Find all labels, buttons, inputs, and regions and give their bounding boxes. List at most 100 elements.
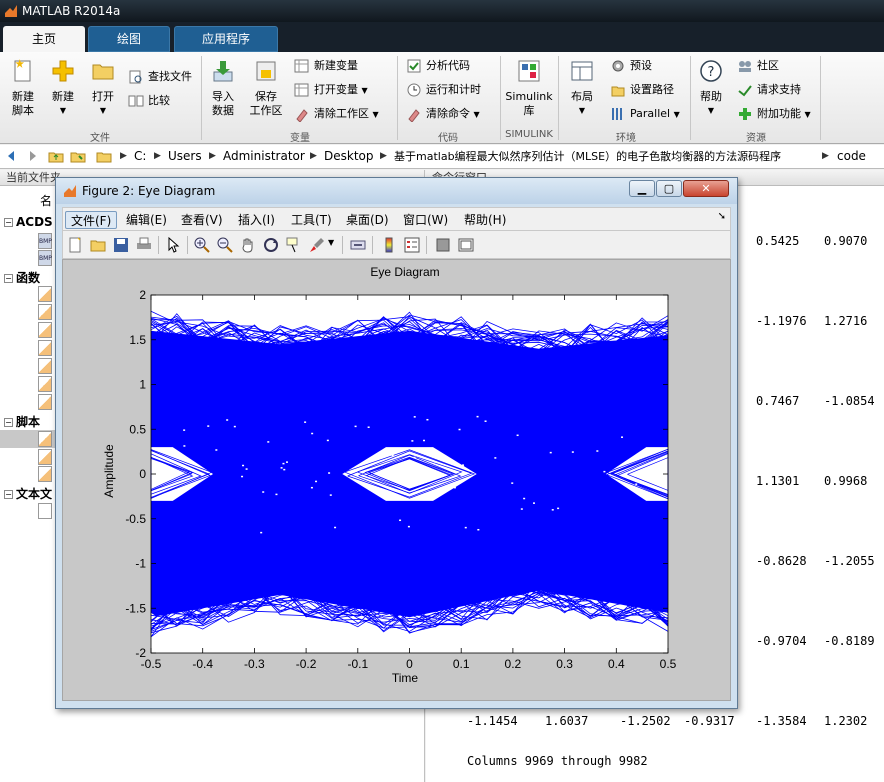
import-icon [213,61,233,82]
set-path-button[interactable]: 设置路径 [610,81,674,99]
add-ons-button[interactable]: 附加功能 ▼ [737,105,811,123]
breadcrumb-project-folder[interactable]: 基于matlab编程最大似然序列估计（MLSE）的电子色散均衡器的方法源码程序 [394,145,781,168]
compare-button[interactable]: 比较 [128,92,170,110]
browse-folder-icon[interactable] [70,148,86,164]
tab-plots[interactable]: 绘图 [88,26,170,52]
colorbar-icon[interactable] [381,237,397,253]
breadcrumb-users[interactable]: Users [168,145,202,168]
chevron-down-icon[interactable]: ▼ [328,238,334,247]
m-file-icon[interactable] [38,358,52,374]
request-support-button[interactable]: 请求支持 [737,81,801,99]
legend-icon[interactable] [404,237,420,253]
preferences-button[interactable]: 预设 [610,57,652,75]
text-file-icon[interactable] [38,503,52,519]
collapse-icon[interactable]: − [4,490,13,499]
bmp-file-icon[interactable]: BMP [38,250,52,266]
tab-apps[interactable]: 应用程序 [174,26,278,52]
parallel-button[interactable]: Parallel ▼ [610,105,680,123]
m-file-icon[interactable] [38,304,52,320]
menu-tools[interactable]: 工具(T) [286,211,337,229]
new-figure-icon[interactable] [67,237,83,253]
tree-section-text-files[interactable]: − 文本文 [4,485,52,502]
link-icon[interactable] [350,237,366,253]
back-arrow-icon[interactable] [4,148,20,164]
layout-button[interactable]: 布局 ▼ [565,58,599,118]
trace-gap [183,429,186,431]
m-file-icon[interactable] [38,449,52,465]
open-button[interactable]: 打开 ▼ [86,58,120,118]
menu-help[interactable]: 帮助(H) [459,211,511,229]
tab-home[interactable]: 主页 [3,26,85,52]
trace-gap [215,449,218,451]
bmp-file-icon[interactable]: BMP [38,233,52,249]
data-cursor-icon[interactable] [286,237,302,253]
menu-window[interactable]: 窗口(W) [398,211,453,229]
figure-window[interactable]: Figure 2: Eye Diagram ▁ ▢ ✕ 文件(F) 编辑(E) … [55,177,738,709]
toolbar-dock-icon[interactable]: ➘ [718,211,726,222]
new-variable-label: 新建变量 [314,59,358,72]
show-tools-icon[interactable] [458,237,474,253]
ribbon-separator [558,56,559,140]
save-workspace-button[interactable]: 保存 工作区 [246,58,286,118]
breadcrumb-desktop[interactable]: Desktop [324,145,374,168]
m-file-icon[interactable] [38,340,52,356]
collapse-icon[interactable]: − [4,218,13,227]
hide-tools-icon[interactable] [435,237,451,253]
zoom-out-icon[interactable] [217,237,233,253]
open-variable-button[interactable]: 打开变量 ▼ [294,81,368,99]
menu-view[interactable]: 查看(V) [176,211,228,229]
new-script-button[interactable]: 新建 脚本 [6,58,40,118]
eye-diagram-chart[interactable]: Eye Diagram Time Amplitude -0.5 -0.4 -0.3 -… [63,260,730,700]
output-value: -1.3584 [756,714,807,728]
breadcrumb-administrator[interactable]: Administrator [223,145,305,168]
output-value: 1.1301 [756,474,800,488]
name-column-header[interactable]: 名 [40,192,52,209]
find-files-button[interactable]: 查找文件 [128,68,192,86]
address-bar[interactable]: ▶ C: ▶ Users ▶ Administrator ▶ Desktop ▶… [0,145,884,169]
breadcrumb-code[interactable]: code [837,145,866,168]
run-and-time-button[interactable]: 运行和计时 [406,81,481,99]
community-button[interactable]: 社区 [737,57,779,75]
tree-section-scripts[interactable]: − 脚本 [4,413,40,430]
close-button[interactable]: ✕ [683,180,729,197]
up-folder-icon[interactable] [48,148,64,164]
pointer-icon[interactable] [165,237,181,253]
m-file-icon[interactable] [38,286,52,302]
new-variable-button[interactable]: 新建变量 [294,57,358,75]
m-file-icon[interactable] [38,394,52,410]
clear-workspace-button[interactable]: 清除工作区 ▼ [294,105,379,123]
print-icon[interactable] [136,237,152,253]
collapse-icon[interactable]: − [4,418,13,427]
simulink-library-button[interactable]: Simulink 库 [504,58,554,118]
clear-commands-button[interactable]: 清除命令 ▼ [406,105,480,123]
figure-canvas[interactable]: Eye Diagram Time Amplitude -0.5 -0.4 -0.3 -… [62,259,731,701]
pan-hand-icon[interactable] [240,237,256,253]
open-file-icon[interactable] [90,237,106,253]
m-file-icon[interactable] [38,431,52,447]
import-data-button[interactable]: 导入 数据 [206,58,240,118]
minimize-button[interactable]: ▁ [629,180,655,197]
analyze-code-button[interactable]: 分析代码 [406,57,470,75]
m-file-icon[interactable] [38,322,52,338]
maximize-button[interactable]: ▢ [656,180,682,197]
save-icon[interactable] [113,237,129,253]
m-file-icon[interactable] [38,376,52,392]
m-file-icon[interactable] [38,466,52,482]
menu-edit[interactable]: 编辑(E) [121,211,172,229]
help-button[interactable]: ? 帮助 ▼ [694,58,728,118]
rotate-icon[interactable] [263,237,279,253]
zoom-in-icon[interactable] [194,237,210,253]
collapse-icon[interactable]: − [4,274,13,283]
toolbar-separator [187,236,188,254]
menu-file[interactable]: 文件(F) [65,211,118,229]
x-tick-label: -0.3 [244,657,265,671]
forward-arrow-icon[interactable] [24,148,40,164]
tree-section-functions[interactable]: − 函数 [4,269,40,286]
tree-section-acds[interactable]: − ACDS [4,215,53,229]
menu-insert[interactable]: 插入(I) [233,211,280,229]
brush-icon[interactable] [309,237,325,253]
new-button[interactable]: 新建 ▼ [46,58,80,118]
breadcrumb-c-drive[interactable]: C: [134,145,146,168]
menu-desktop[interactable]: 桌面(D) [341,211,394,229]
group-label-simulink: SIMULINK [505,129,553,140]
